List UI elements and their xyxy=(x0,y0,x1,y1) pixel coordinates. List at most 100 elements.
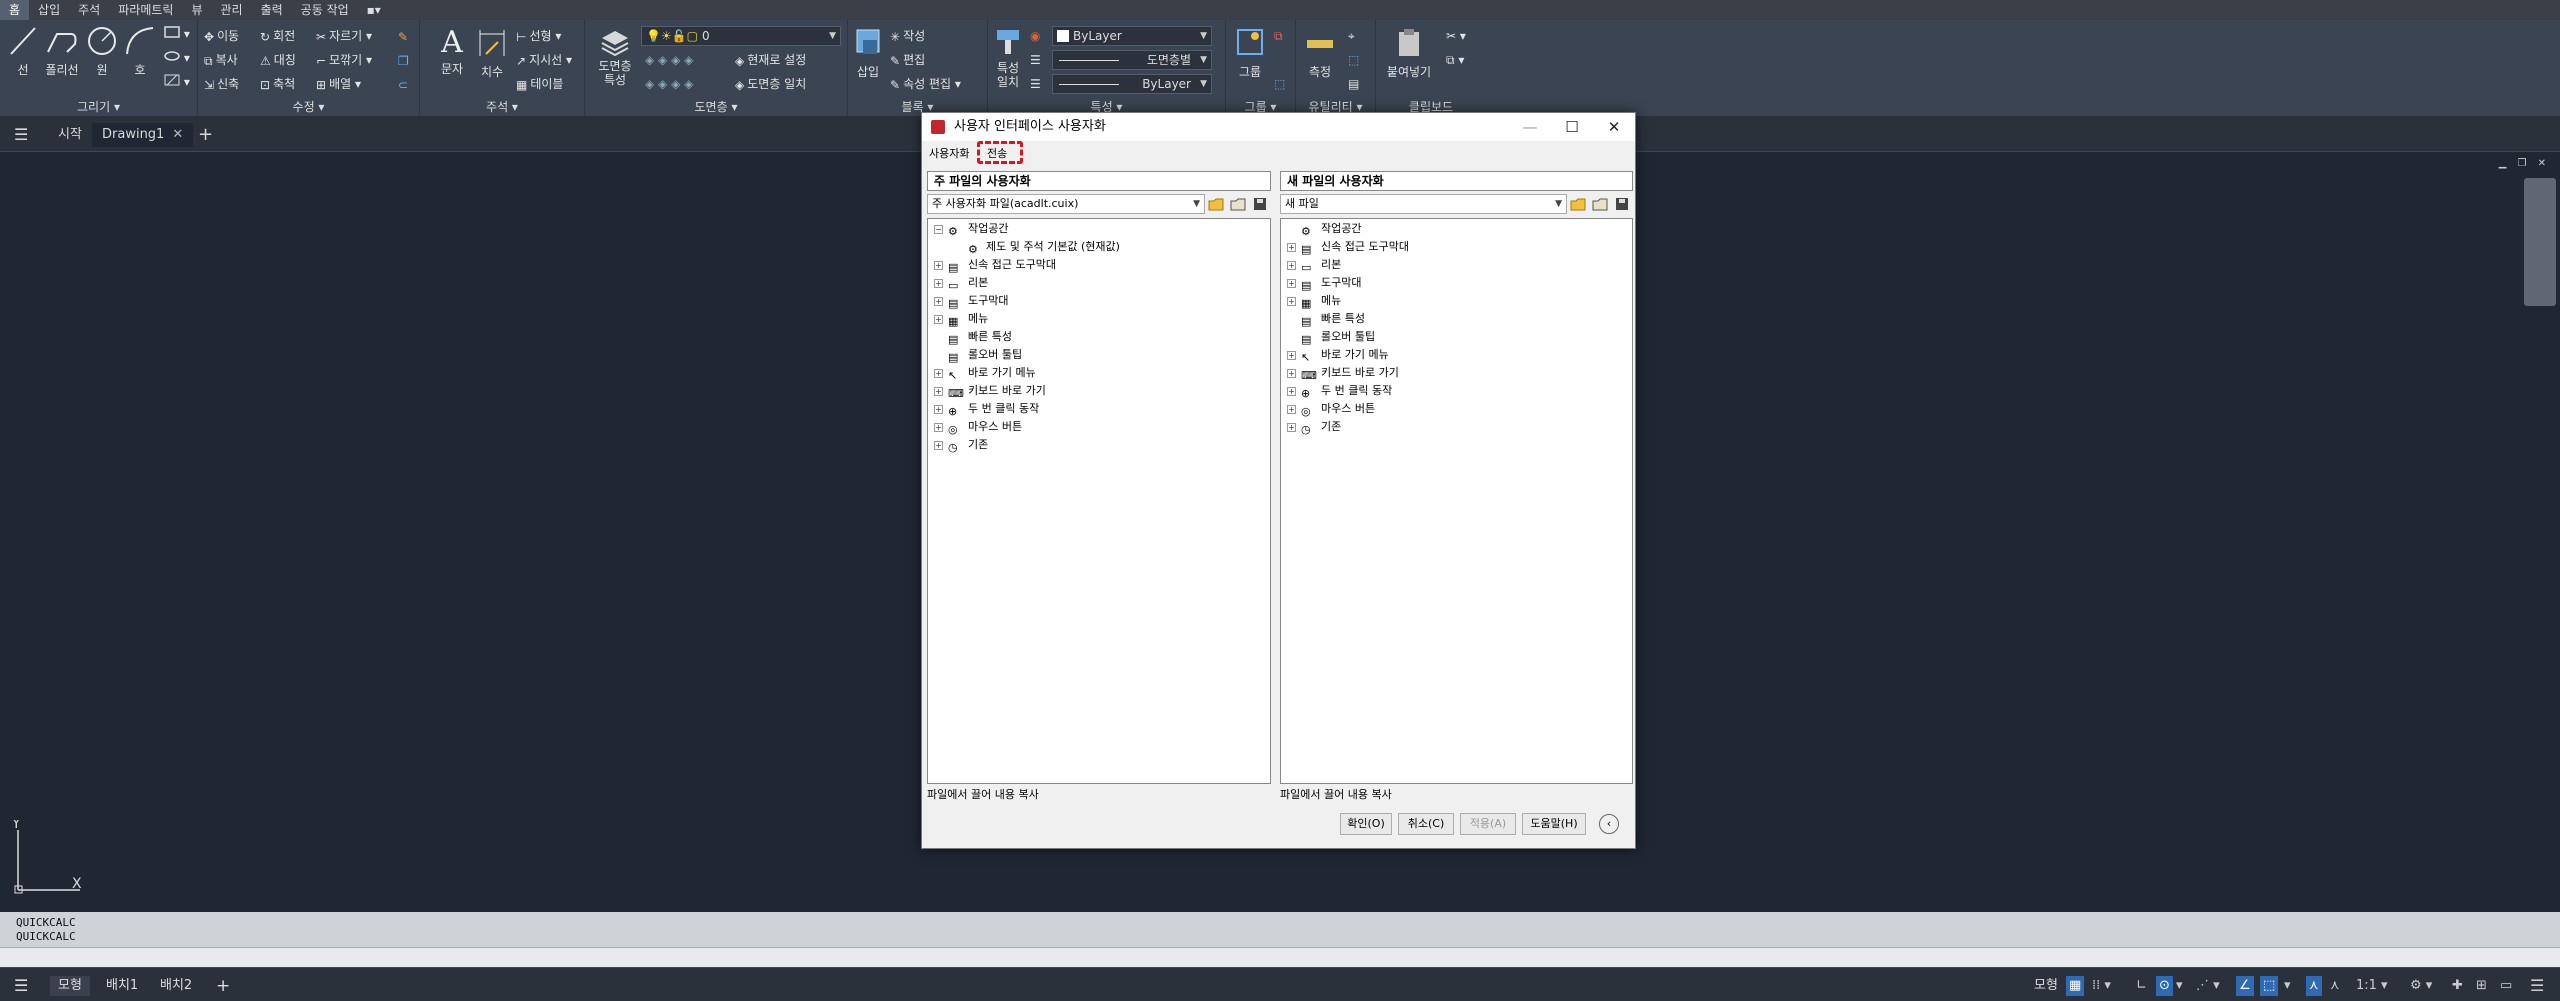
close-icon[interactable]: ✕ xyxy=(1593,113,1635,141)
leader-button[interactable]: ↗ 지시선 ▾ xyxy=(516,50,572,70)
auto-scale-icon[interactable]: ⋏ xyxy=(2330,976,2340,996)
tree-node[interactable]: + ▭ 리본 xyxy=(928,274,1270,292)
cut-button[interactable]: ✂ ▾ xyxy=(1446,26,1466,46)
minimize-icon[interactable]: — xyxy=(1509,113,1551,141)
tab-insert[interactable]: 삽입 xyxy=(29,0,69,20)
expand-icon[interactable]: + xyxy=(1287,369,1296,378)
lineweight-dropdown[interactable]: ByLayer ▼ xyxy=(1052,74,1212,94)
expand-icon[interactable]: + xyxy=(934,279,943,288)
expand-icon[interactable]: + xyxy=(934,369,943,378)
polar-dropdown-icon[interactable]: ▾ xyxy=(2176,976,2183,996)
hamburger-menu-icon[interactable]: ☰ xyxy=(14,123,28,147)
copy-button[interactable]: ⧉ 복사 xyxy=(204,50,238,70)
save-file-button[interactable] xyxy=(1249,194,1271,214)
copy-clip-button[interactable]: ⧉ ▾ xyxy=(1446,50,1464,70)
viewcube[interactable] xyxy=(2524,178,2556,306)
tree-node[interactable]: + ⌨ 키보드 바로 가기 xyxy=(928,382,1270,400)
modify-panel-title[interactable]: 수정 ▾ xyxy=(198,98,419,115)
open-file-button[interactable] xyxy=(1589,194,1611,214)
collapse-panel-icon[interactable]: ‹ xyxy=(1599,814,1619,834)
new-tab-plus-icon[interactable]: + xyxy=(198,123,213,147)
mirror-button[interactable]: ⚠ 대칭 xyxy=(260,50,296,70)
new-file-button[interactable] xyxy=(1567,194,1589,214)
tree-node[interactable]: ⚙ 제도 및 주석 기본값 (현재값) xyxy=(928,238,1270,256)
tab-extra-dropdown[interactable]: ▪▾ xyxy=(358,0,390,20)
paste-button[interactable]: 붙여넣기 xyxy=(1378,26,1440,80)
annotation-panel-title[interactable]: 주석 ▾ xyxy=(420,98,584,115)
tab-manage[interactable]: 관리 xyxy=(211,0,251,20)
select-all-button[interactable]: ⬚ xyxy=(1348,50,1359,70)
tree-node[interactable]: + ▤ 신속 접근 도구막대 xyxy=(1281,238,1632,256)
open-file-button[interactable] xyxy=(1227,194,1249,214)
measure-button[interactable]: 측정 xyxy=(1300,26,1340,80)
tree-node[interactable]: ▤ 빠른 특성 xyxy=(928,328,1270,346)
line-button[interactable]: 선 xyxy=(4,24,42,78)
annotation-scale[interactable]: 1:1 ▾ xyxy=(2356,976,2388,996)
layer-properties-button[interactable]: 도면층 특성 xyxy=(593,26,637,87)
layer-tools-row2[interactable]: ◈ ◈ ◈ ◈ xyxy=(645,74,693,94)
save-file-button[interactable] xyxy=(1611,194,1633,214)
color-dropdown[interactable]: ByLayer ▼ xyxy=(1052,26,1212,46)
tree-node[interactable]: + ↖ 바로 가기 메뉴 xyxy=(1281,346,1632,364)
layer-dropdown[interactable]: 💡☀🔓▢ 0 ▼ xyxy=(641,26,841,46)
tree-node[interactable]: + ⊕ 두 번 클릭 동작 xyxy=(928,400,1270,418)
tab-annotate[interactable]: 주석 xyxy=(69,0,109,20)
customize-status-icon[interactable]: ☰ xyxy=(2530,976,2544,996)
tab-layout2[interactable]: 배치2 xyxy=(160,976,192,996)
annotation-visibility-icon[interactable]: ⋏ xyxy=(2306,976,2322,996)
expand-icon[interactable]: + xyxy=(1287,261,1296,270)
rotate-button[interactable]: ↻ 회전 xyxy=(260,26,295,46)
expand-icon[interactable]: + xyxy=(934,441,943,450)
ok-button[interactable]: 확인(O) xyxy=(1340,813,1392,835)
make-current-button[interactable]: ◈ 현재로 설정 xyxy=(735,50,806,70)
expand-icon[interactable]: + xyxy=(1287,423,1296,432)
isolate-icon[interactable]: ⊞ xyxy=(2476,976,2487,996)
layout-menu-icon[interactable]: ☰ xyxy=(14,976,28,996)
snap-icon[interactable]: ⁞⁞ ▾ xyxy=(2092,976,2111,996)
tab-view[interactable]: 뷰 xyxy=(182,0,211,20)
add-layout-plus-icon[interactable]: + xyxy=(216,976,230,996)
quick-select-button[interactable]: ⌖ xyxy=(1348,26,1355,46)
stretch-button[interactable]: ⇲ 신축 xyxy=(204,74,239,94)
tree-node[interactable]: ⚙ 작업공간 xyxy=(1281,220,1632,238)
group-select-button[interactable]: ⬚ xyxy=(1274,74,1285,94)
main-cui-file-dropdown[interactable]: 주 사용자화 파일(acadlt.cuix) ▼ xyxy=(927,194,1205,214)
scale-button[interactable]: ⊡ 축척 xyxy=(260,74,295,94)
color-wheel-button[interactable]: ◉ xyxy=(1030,26,1040,46)
tree-node[interactable]: + ▭ 리본 xyxy=(1281,256,1632,274)
tree-node[interactable]: + ▤ 신속 접근 도구막대 xyxy=(928,256,1270,274)
tab-output[interactable]: 출력 xyxy=(252,0,292,20)
isodraft-icon[interactable]: ⋰ ▾ xyxy=(2196,976,2220,996)
left-tree[interactable]: − ⚙ 작업공간 ⚙ 제도 및 주석 기본값 (현재값) + ▤ 신속 접근 도구막대 +… xyxy=(927,218,1271,784)
erase-button[interactable]: ✎ xyxy=(398,26,411,46)
layer-tools-row1[interactable]: ◈ ◈ ◈ ◈ xyxy=(645,50,693,70)
tree-node[interactable]: ▤ 롤오버 툴팁 xyxy=(928,346,1270,364)
group-button[interactable]: 그룹 xyxy=(1232,26,1268,80)
tree-node[interactable]: + ◷ 기존 xyxy=(1281,418,1632,436)
tree-node[interactable]: ▤ 롤오버 툴팁 xyxy=(1281,328,1632,346)
calculator-button[interactable]: ▤ xyxy=(1348,74,1359,94)
tab-start[interactable]: 시작 xyxy=(58,123,82,147)
tree-node[interactable]: + ▦ 메뉴 xyxy=(1281,292,1632,310)
tree-node[interactable]: ▤ 빠른 특성 xyxy=(1281,310,1632,328)
hatch-button[interactable]: ▾ xyxy=(164,72,190,92)
expand-icon[interactable]: + xyxy=(1287,297,1296,306)
text-button[interactable]: A 문자 xyxy=(432,26,472,77)
tree-node[interactable]: + ▦ 메뉴 xyxy=(928,310,1270,328)
tree-node[interactable]: + ⊕ 두 번 클릭 동작 xyxy=(1281,382,1632,400)
tree-node[interactable]: − ⚙ 작업공간 xyxy=(928,220,1270,238)
polyline-button[interactable]: 폴리선 xyxy=(42,24,82,78)
expand-icon[interactable]: + xyxy=(934,261,943,270)
linear-dim-button[interactable]: ⊢ 선형 ▾ xyxy=(516,26,561,46)
close-icon[interactable]: ✕ xyxy=(172,127,183,142)
rectangle-button[interactable]: ▾ xyxy=(164,24,190,44)
right-tree[interactable]: ⚙ 작업공간 + ▤ 신속 접근 도구막대 + ▭ 리본 + ▤ 도구막대 + ▦ 메뉴 ▤ 빠른 … xyxy=(1280,218,1633,784)
tab-parametric[interactable]: 파라메트릭 xyxy=(109,0,182,20)
edit-block-button[interactable]: ✎ 편집 xyxy=(890,50,925,70)
clean-screen-icon[interactable]: ▭ xyxy=(2500,976,2512,996)
tree-node[interactable]: + ◎ 마우스 버튼 xyxy=(1281,400,1632,418)
expand-icon[interactable]: + xyxy=(934,423,943,432)
osnap-tracking-icon[interactable]: ∠ xyxy=(2236,976,2254,996)
ungroup-button[interactable]: ⧉ xyxy=(1274,26,1283,46)
expand-icon[interactable]: + xyxy=(934,405,943,414)
